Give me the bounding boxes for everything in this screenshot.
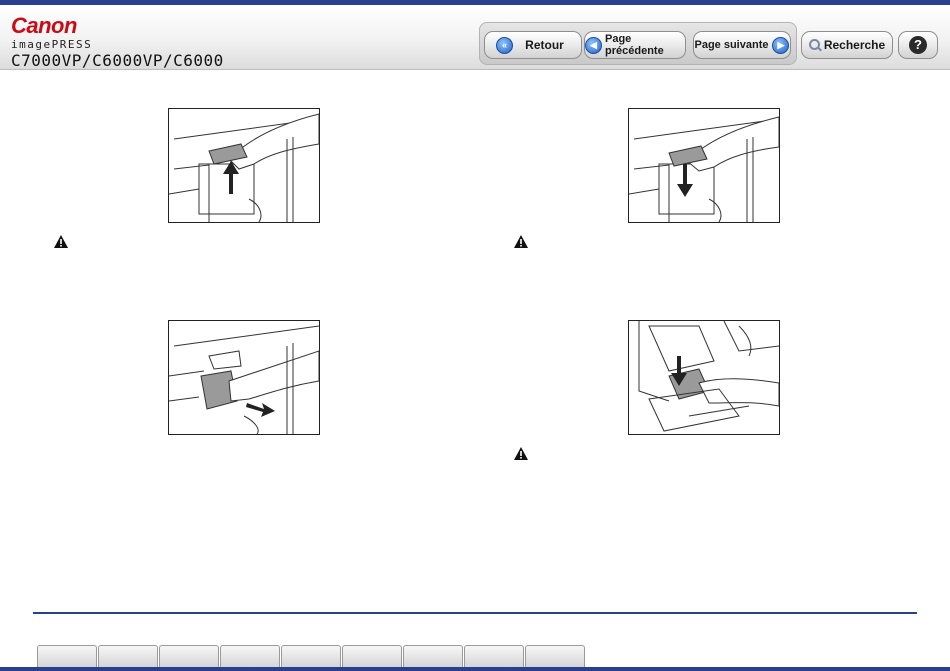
bottom-accent-bar [0, 667, 950, 671]
illustration-step-push-down [628, 108, 780, 223]
chevron-left-icon: ◀ [585, 36, 602, 54]
footer-tab-7[interactable] [403, 645, 463, 667]
chevron-right-icon: ▶ [772, 36, 790, 54]
previous-page-label: Page précédente [605, 33, 664, 57]
footer-tab-8[interactable] [464, 645, 524, 667]
footer-tab-1[interactable] [37, 645, 97, 667]
previous-page-button[interactable]: ◀ Page précédente [584, 31, 686, 59]
question-icon: ? [909, 36, 927, 54]
footer-tab-2[interactable] [98, 645, 158, 667]
footer-tab-6[interactable] [342, 645, 402, 667]
product-name: imagePRESS [11, 38, 93, 51]
back-button[interactable]: « Retour [484, 31, 582, 59]
footer-tab-9[interactable] [525, 645, 585, 667]
help-button[interactable]: ? [898, 31, 938, 59]
magnifier-icon [808, 39, 821, 51]
next-page-label: Page suivante [694, 39, 769, 51]
illustration-step-lift-up [168, 108, 320, 223]
warning-triangle-icon [514, 235, 528, 248]
next-page-button[interactable]: Page suivante ▶ [693, 31, 791, 59]
warning-triangle-icon [514, 447, 528, 460]
logo: Canon imagePRESS C7000VP/C6000VP/C6000 [11, 15, 224, 70]
illustration-step-insert [628, 320, 780, 435]
illustration-step-pull-out [168, 320, 320, 435]
footer-tab-bar [37, 645, 586, 667]
search-button-label: Recherche [823, 38, 886, 52]
footer-tab-4[interactable] [220, 645, 280, 667]
brand-logo: Canon [11, 13, 77, 38]
warning-triangle-icon [54, 235, 68, 248]
search-button[interactable]: Recherche [801, 31, 893, 59]
footer-divider [33, 612, 917, 614]
model-name: C7000VP/C6000VP/C6000 [11, 51, 224, 70]
footer-tab-3[interactable] [159, 645, 219, 667]
footer-tab-5[interactable] [281, 645, 341, 667]
double-chevron-left-icon: « [496, 36, 514, 54]
back-button-label: Retour [525, 38, 564, 52]
